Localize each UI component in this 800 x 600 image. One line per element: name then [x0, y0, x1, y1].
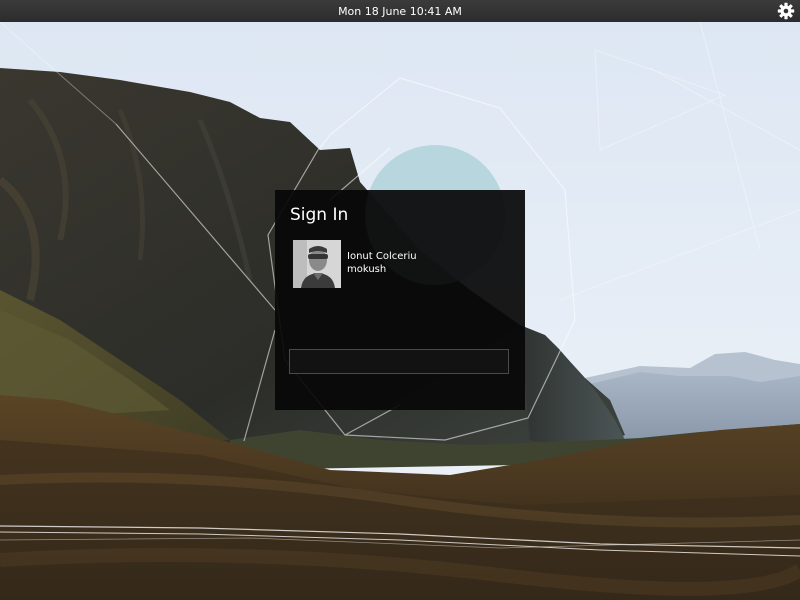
avatar — [293, 240, 341, 288]
top-panel: Mon 18 June 10:41 AM — [0, 0, 800, 22]
user-photo-icon — [293, 240, 341, 288]
gear-icon — [777, 2, 795, 20]
user-full-name: Ionut Colceriu — [347, 251, 417, 262]
user-entry[interactable]: Ionut Colceriu mokush — [293, 240, 513, 288]
clock[interactable]: Mon 18 June 10:41 AM — [0, 0, 800, 22]
dialog-title: Sign In — [290, 205, 349, 225]
user-login-name: mokush — [347, 264, 387, 275]
sign-in-dialog: Sign In Ionut Colceriu mokush — [275, 190, 525, 410]
settings-button[interactable] — [776, 1, 796, 21]
password-input[interactable] — [289, 349, 509, 374]
login-screen: Mon 18 June 10:41 AM Sign In Ionut Colce… — [0, 0, 800, 600]
